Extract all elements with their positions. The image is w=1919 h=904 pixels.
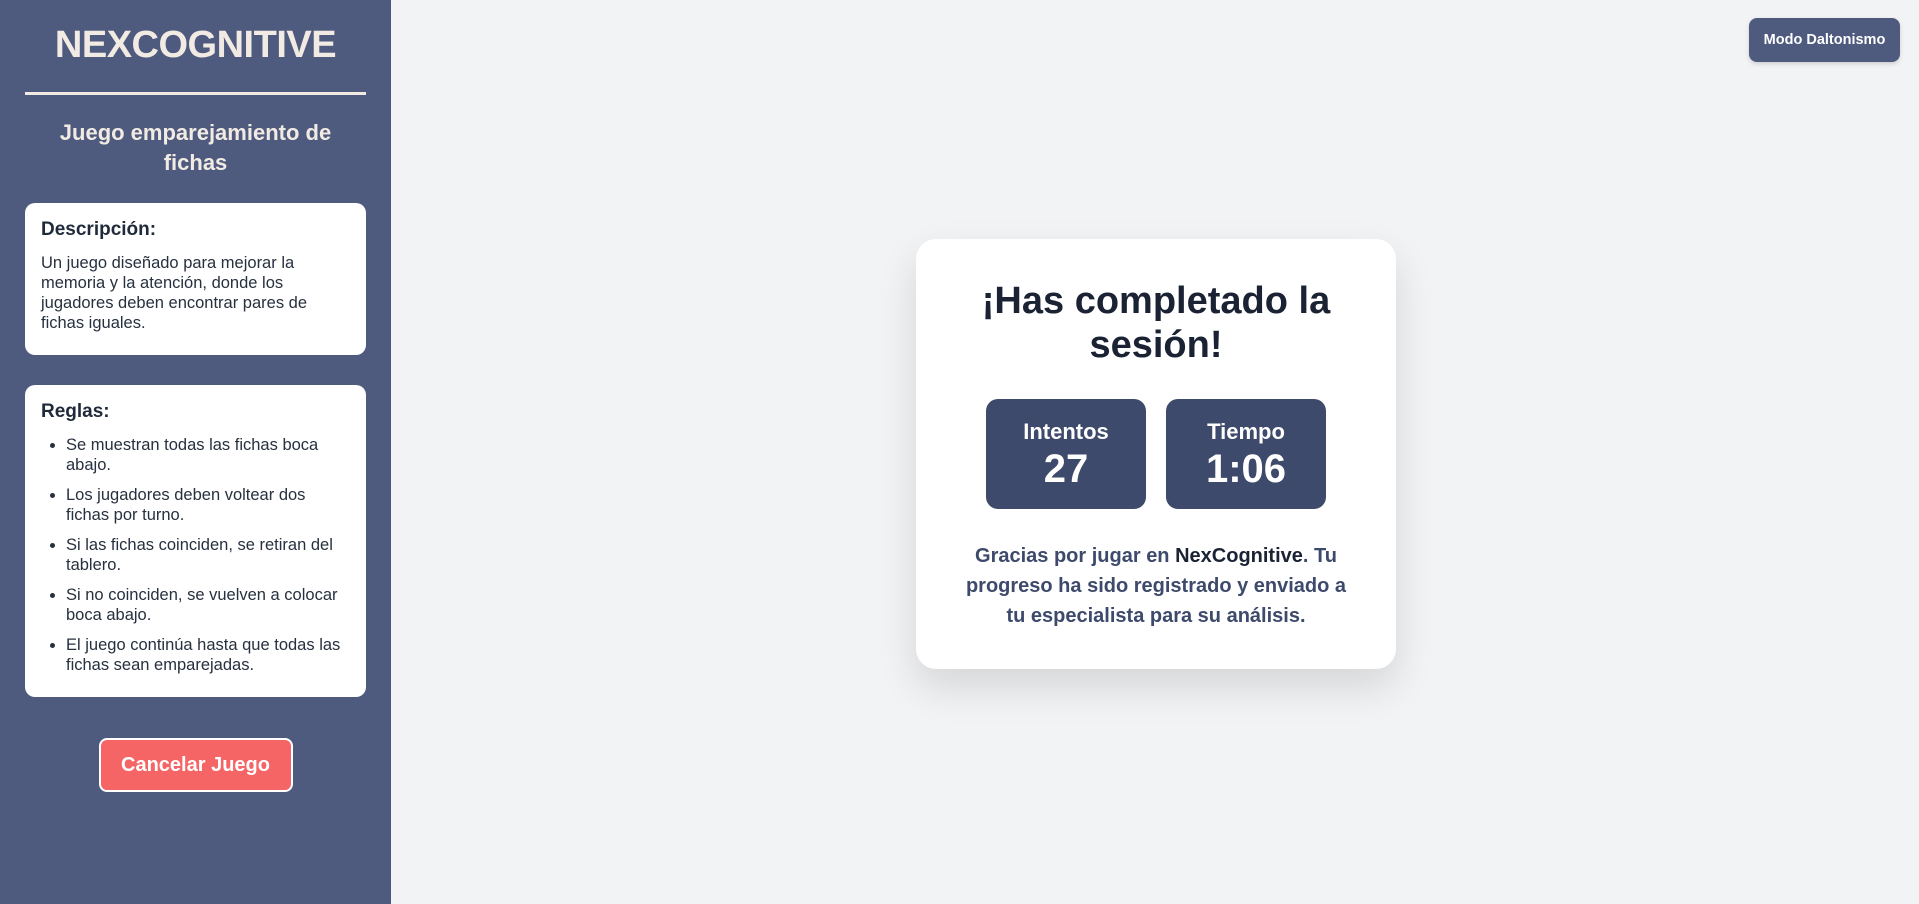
rules-heading: Reglas: <box>41 401 110 422</box>
description-card: Descripción: Un juego diseñado para mejo… <box>25 203 366 355</box>
result-message: Gracias por jugar en NexCognitive. Tu pr… <box>916 541 1396 631</box>
stat-value: 27 <box>1043 447 1089 491</box>
app-root: NEXCOGNITIVE Juego emparejamiento de fic… <box>0 0 1919 904</box>
brand-logo: NEXCOGNITIVE <box>54 24 337 66</box>
description-text: Un juego diseñado para mejorar la memori… <box>41 254 308 332</box>
game-title: Juego emparejamiento de fichas <box>59 120 332 175</box>
rule-item: Si las fichas coinciden, se retiran del … <box>66 535 350 575</box>
sidebar: NEXCOGNITIVE Juego emparejamiento de fic… <box>0 0 391 904</box>
cancel-wrap: Cancelar Juego <box>25 738 366 792</box>
stats-row: Intentos 27 Tiempo 1:06 <box>916 399 1396 509</box>
main-area: Modo Daltonismo ¡Has completado la sesió… <box>391 0 1919 904</box>
rule-item: Los jugadores deben voltear dos fichas p… <box>66 485 350 525</box>
rule-item: Se muestran todas las fichas boca abajo. <box>66 435 350 475</box>
message-brand: NexCognitive <box>1175 545 1303 567</box>
rules-list: Se muestran todas las fichas boca abajo.… <box>41 435 350 675</box>
rule-item: El juego continúa hasta que todas las fi… <box>66 635 350 675</box>
message-prefix: Gracias por jugar en <box>975 545 1176 567</box>
rule-item: Si no coinciden, se vuelven a colocar bo… <box>66 585 350 625</box>
rules-card: Reglas: Se muestran todas las fichas boc… <box>25 385 366 697</box>
stat-value: 1:06 <box>1205 447 1287 491</box>
result-card: ¡Has completado la sesión! Intentos 27 T… <box>916 239 1396 669</box>
stat-attempts: Intentos 27 <box>986 399 1146 509</box>
stat-label: Tiempo <box>1207 419 1285 444</box>
stat-time: Tiempo 1:06 <box>1166 399 1326 509</box>
stat-label: Intentos <box>1023 419 1109 444</box>
cancel-game-button[interactable]: Cancelar Juego <box>98 738 293 792</box>
brand-divider <box>25 92 366 95</box>
description-heading: Descripción: <box>41 219 157 240</box>
colorblind-mode-button[interactable]: Modo Daltonismo <box>1749 18 1900 62</box>
result-title: ¡Has completado la sesión! <box>981 280 1331 366</box>
